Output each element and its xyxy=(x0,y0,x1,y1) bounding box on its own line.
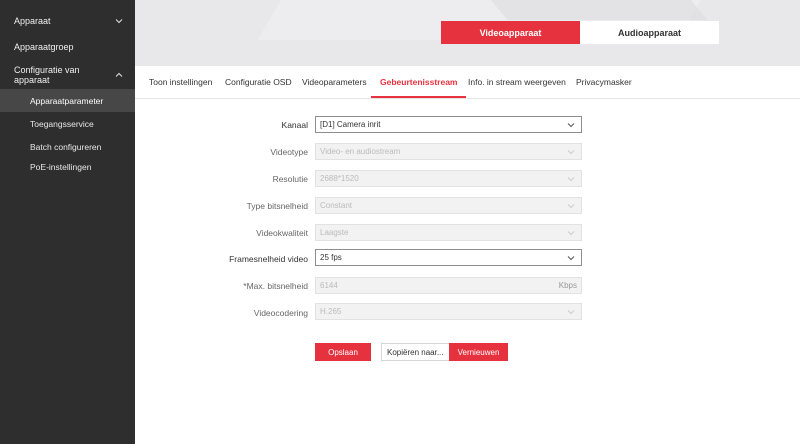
video-quality-select: Laagste xyxy=(315,224,582,241)
max-bitrate-value: 6144 xyxy=(320,281,338,290)
max-bitrate-label: *Max. bitsnelheid xyxy=(243,281,308,291)
chevron-up-icon xyxy=(115,71,123,79)
video-type-select: Video- en audiostream xyxy=(315,143,582,160)
video-encoding-label: Videocodering xyxy=(253,308,308,318)
tab-toon-instellingen[interactable]: Toon instellingen xyxy=(149,66,212,98)
video-quality-value: Laagste xyxy=(320,228,349,237)
sidebar-group-label: Apparaat xyxy=(14,16,51,26)
chevron-down-icon xyxy=(567,254,575,262)
frame-rate-value: 25 fps xyxy=(320,253,342,262)
channel-label: Kanaal xyxy=(281,120,308,130)
bitrate-type-select: Constant xyxy=(315,197,582,214)
sidebar-item-label: PoE-instellingen xyxy=(30,161,92,172)
sidebar-group-label: Apparaatgroep xyxy=(14,42,74,52)
tab-privacymasker[interactable]: Privacymasker xyxy=(576,66,632,98)
refresh-button[interactable]: Vernieuwen xyxy=(449,343,508,361)
video-quality-label: Videokwaliteit xyxy=(256,228,308,238)
sidebar-group-label: Configuratie van apparaat xyxy=(14,65,80,85)
sidebar-item-label: Batch configureren xyxy=(30,141,102,152)
frame-rate-select[interactable]: 25 fps xyxy=(315,249,582,266)
resolution-select: 2688*1520 xyxy=(315,170,582,187)
settings-tabs: Toon instellingen Configuratie OSD Video… xyxy=(135,66,800,99)
sidebar-item-poe-instellingen[interactable]: PoE-instellingen xyxy=(0,155,135,178)
tab-info-in-stream[interactable]: Info. in stream weergeven xyxy=(468,66,566,98)
channel-value: [D1] Camera inrit xyxy=(320,120,381,129)
chevron-down-icon xyxy=(567,148,575,156)
max-bitrate-unit: Kbps xyxy=(558,281,577,290)
bitrate-type-label: Type bitsnelheid xyxy=(246,201,308,211)
video-type-value: Video- en audiostream xyxy=(320,147,401,156)
copy-to-button[interactable]: Kopiëren naar... xyxy=(381,343,451,361)
video-type-label: Videotype xyxy=(270,147,308,157)
resolution-value: 2688*1520 xyxy=(320,174,359,183)
video-encoding-value: H.265 xyxy=(320,307,342,316)
chevron-down-icon xyxy=(567,202,575,210)
sidebar-item-label: Apparaatparameter xyxy=(30,95,104,106)
video-encoding-select: H.265 xyxy=(315,303,582,320)
sidebar: Apparaat Apparaatgroep Configuratie van … xyxy=(0,0,135,444)
sidebar-item-label: Toegangsservice xyxy=(30,118,94,129)
tab-videoapparaat[interactable]: Videoapparaat xyxy=(441,21,580,44)
save-button[interactable]: Opslaan xyxy=(315,343,371,361)
bitrate-type-value: Constant xyxy=(320,201,353,210)
sidebar-group-configuratie[interactable]: Configuratie van apparaat xyxy=(0,60,135,90)
frame-rate-label: Framesnelheid video xyxy=(229,254,308,264)
max-bitrate-input: 6144 Kbps xyxy=(315,277,582,294)
sidebar-group-apparaatgroep[interactable]: Apparaatgroep xyxy=(0,32,135,62)
tab-gebeurtenisstream[interactable]: Gebeurtenisstream xyxy=(370,66,468,98)
header-banner: Videoapparaat Audioapparaat xyxy=(135,0,800,66)
banner-decoration xyxy=(482,0,708,20)
sidebar-item-toegangsservice[interactable]: Toegangsservice xyxy=(0,112,135,135)
chevron-down-icon xyxy=(567,121,575,129)
chevron-down-icon xyxy=(115,17,123,25)
resolution-label: Resolutie xyxy=(272,174,308,184)
chevron-down-icon xyxy=(567,175,575,183)
tab-videoparameters[interactable]: Videoparameters xyxy=(302,66,367,98)
channel-select[interactable]: [D1] Camera inrit xyxy=(315,116,582,133)
tab-configuratie-osd[interactable]: Configuratie OSD xyxy=(225,66,292,98)
sidebar-item-apparaatparameter[interactable]: Apparaatparameter xyxy=(0,89,135,112)
chevron-down-icon xyxy=(567,308,575,316)
tab-audioapparaat[interactable]: Audioapparaat xyxy=(580,21,719,44)
chevron-down-icon xyxy=(567,229,575,237)
